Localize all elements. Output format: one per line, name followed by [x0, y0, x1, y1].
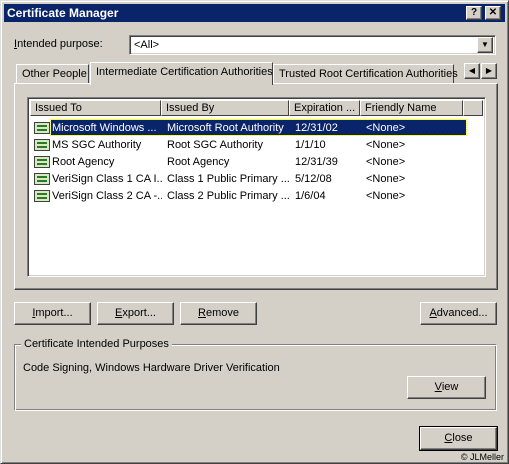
certificate-icon [34, 190, 50, 202]
close-window-button[interactable]: ✕ [485, 6, 501, 20]
issued-to-cell: Microsoft Windows ... [52, 122, 162, 134]
certificate-row[interactable]: VeriSign Class 1 CA I... Class 1 Public … [30, 171, 463, 188]
friendly-name-cell: <None> [366, 122, 461, 134]
view-button[interactable]: View [407, 376, 486, 399]
certificate-icon [34, 139, 50, 151]
tab-scroll-left-button[interactable]: ◀ [464, 63, 480, 79]
certificate-row[interactable]: Microsoft Windows ... Microsoft Root Aut… [30, 119, 467, 137]
help-icon: ? [470, 7, 478, 18]
intended-purposes-text: Code Signing, Windows Hardware Driver Ve… [23, 362, 280, 374]
tab-other-people[interactable]: Other People [16, 64, 89, 84]
dropdown-button[interactable]: ▼ [477, 37, 493, 53]
expiration-cell: 12/31/39 [295, 156, 338, 168]
close-icon: ✕ [488, 7, 498, 18]
expiration-cell: 1/6/04 [295, 190, 326, 202]
issued-by-cell: Root SGC Authority [167, 139, 263, 151]
issued-to-cell: Root Agency [52, 156, 115, 168]
issued-to-cell: MS SGC Authority [52, 139, 142, 151]
tab-label: Other People [22, 68, 87, 80]
certificate-icon [34, 156, 50, 168]
remove-button[interactable]: Remove [180, 302, 257, 325]
expiration-cell: 5/12/08 [295, 173, 332, 185]
chevron-right-icon: ▶ [485, 66, 493, 75]
issued-by-cell: Microsoft Root Authority [167, 122, 291, 134]
issued-to-cell: VeriSign Class 1 CA I... [52, 173, 162, 185]
issued-by-cell: Class 1 Public Primary ... [167, 173, 290, 185]
tab-scroll-right-button[interactable]: ▶ [481, 63, 497, 79]
column-header-issued-to[interactable]: Issued To [30, 100, 161, 116]
advanced-button[interactable]: Advanced... [420, 302, 497, 325]
issued-to-cell: VeriSign Class 2 CA -... [52, 190, 162, 202]
help-button[interactable]: ? [466, 6, 482, 20]
tab-label: Intermediate Certification Authorities [96, 66, 273, 78]
friendly-name-cell: <None> [366, 190, 406, 202]
column-header-issued-by[interactable]: Issued By [161, 100, 289, 116]
certificate-list[interactable]: Issued To Issued By Expiration ... Frien… [27, 97, 486, 277]
column-header-expiration[interactable]: Expiration ... [289, 100, 360, 116]
certificate-icon [34, 173, 50, 185]
title-bar[interactable]: Certificate Manager ? ✕ [4, 4, 505, 22]
export-button[interactable]: Export... [97, 302, 174, 325]
certificate-row[interactable]: Root Agency Root Agency 12/31/39 <None> [30, 154, 463, 171]
issued-by-cell: Root Agency [167, 156, 230, 168]
intended-purpose-value: <All> [134, 39, 160, 51]
window-title: Certificate Manager [7, 6, 119, 20]
tab-trusted-root-certification-authorities[interactable]: Trusted Root Certification Authorities [273, 64, 458, 84]
certificate-manager-window: Certificate Manager ? ✕ Intended purpose… [0, 0, 509, 464]
expiration-cell: 1/1/10 [295, 139, 326, 151]
chevron-left-icon: ◀ [468, 66, 476, 75]
column-header-filler [463, 100, 483, 116]
close-button[interactable]: Close [419, 426, 498, 451]
expiration-cell: 12/31/02 [295, 122, 362, 134]
intended-purpose-select[interactable]: <All> ▼ [129, 35, 496, 55]
tab-intermediate-certification-authorities[interactable]: Intermediate Certification Authorities [90, 62, 273, 85]
copyright-watermark: © JLMeller [460, 452, 504, 462]
chevron-down-icon: ▼ [481, 40, 489, 49]
certificate-icon [34, 122, 50, 134]
friendly-name-cell: <None> [366, 139, 406, 151]
certificate-row[interactable]: VeriSign Class 2 CA -... Class 2 Public … [30, 188, 463, 205]
issued-by-cell: Class 2 Public Primary ... [167, 190, 290, 202]
import-button[interactable]: Import... [14, 302, 91, 325]
friendly-name-cell: <None> [366, 173, 406, 185]
friendly-name-cell: <None> [366, 156, 406, 168]
intended-purposes-group-title: Certificate Intended Purposes [21, 338, 172, 350]
column-header-friendly-name[interactable]: Friendly Name [360, 100, 463, 116]
intended-purpose-label: Intended purpose: [14, 38, 103, 50]
tab-label: Trusted Root Certification Authorities [279, 68, 458, 80]
certificate-row[interactable]: MS SGC Authority Root SGC Authority 1/1/… [30, 137, 463, 154]
